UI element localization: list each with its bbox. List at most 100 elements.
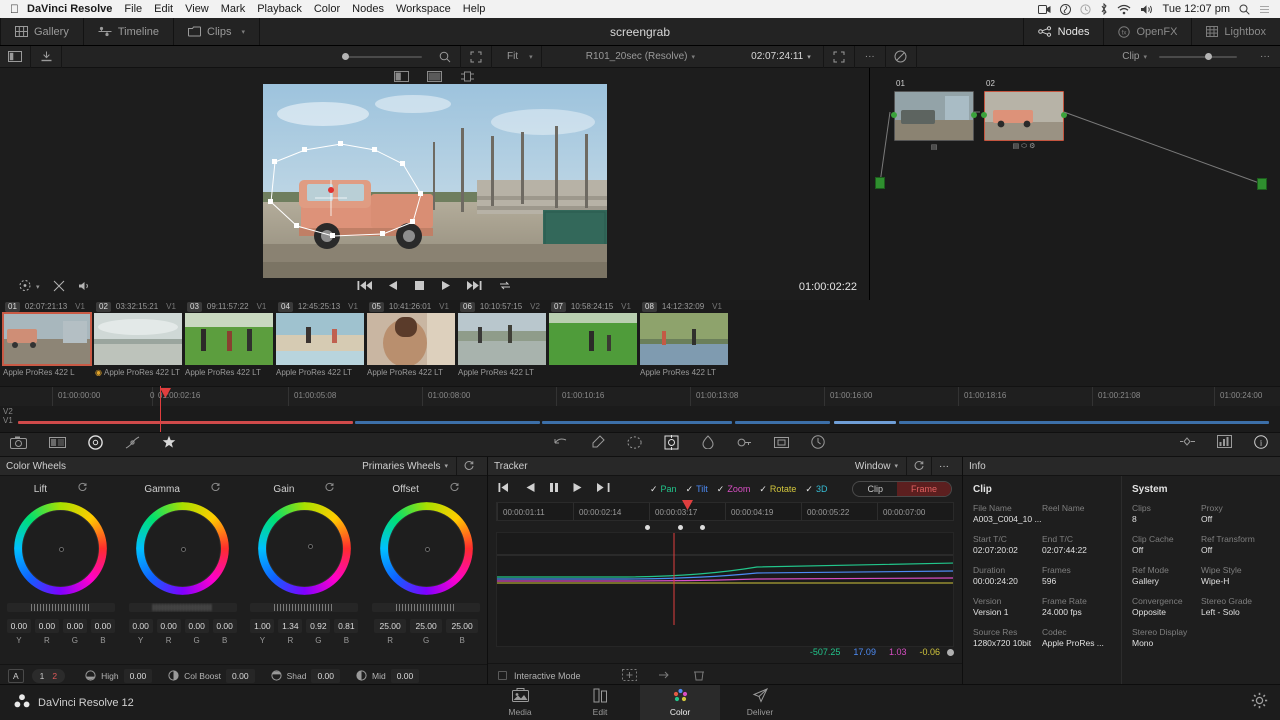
timeline-playhead[interactable]: [160, 386, 161, 432]
wifi-icon[interactable]: [1117, 4, 1131, 15]
menu-item-playback[interactable]: Playback: [257, 3, 302, 15]
viewer-image-stage[interactable]: [0, 84, 869, 278]
window-icon[interactable]: [627, 435, 642, 454]
clip-thumbnail[interactable]: 02 03:32:15:21 V1 ◉ Apple ProRes 422 LT: [94, 300, 185, 386]
color-match-icon[interactable]: [49, 436, 66, 454]
tracker-icon[interactable]: [664, 434, 679, 455]
offset-r-value[interactable]: 25.00: [374, 619, 407, 633]
dropbox-icon[interactable]: [1059, 3, 1071, 15]
fit-selector[interactable]: Fit ▾: [492, 46, 541, 67]
col-boost-control[interactable]: Col Boost 0.00: [168, 669, 255, 683]
node-02[interactable]: 02 ▤ ⬭ ⚙: [981, 79, 1067, 150]
camera-raw-icon[interactable]: [10, 436, 27, 454]
shadow-value[interactable]: 0.00: [311, 669, 340, 683]
highlight-control[interactable]: High 0.00: [85, 669, 153, 683]
import-still-icon[interactable]: [31, 51, 61, 63]
timeline-clip-bar[interactable]: [355, 421, 540, 424]
more-options-icon[interactable]: ···: [855, 51, 885, 62]
undo-icon[interactable]: [553, 436, 569, 454]
settings-button[interactable]: [1251, 692, 1280, 714]
node-graph-panel[interactable]: 01 ▤ 02 ▤ ⬭ ⚙: [870, 68, 1280, 300]
shadow-control[interactable]: Shad 0.00: [270, 669, 340, 683]
timeline-button[interactable]: Timeline: [84, 18, 175, 45]
page-color[interactable]: Color: [640, 684, 720, 720]
search-icon[interactable]: [1239, 4, 1250, 15]
tracker-check-tilt[interactable]: ✓ Tilt: [686, 484, 708, 495]
blur-icon[interactable]: [701, 435, 715, 454]
clip-thumbnail[interactable]: 01 02:07:21:13 V1 Apple ProRes 422 L: [2, 300, 94, 386]
expand-icon[interactable]: [824, 51, 854, 63]
play-icon[interactable]: [441, 280, 451, 294]
primaries-wheels-selector[interactable]: Primaries Wheels ▾: [354, 461, 456, 472]
tracker-ruler[interactable]: 00:00:01:11 00:00:02:14 00:00:03:17 00:0…: [496, 500, 954, 521]
lift-color-wheel[interactable]: [14, 502, 108, 595]
bluetooth-icon[interactable]: [1100, 3, 1108, 15]
stop-icon[interactable]: [414, 280, 425, 294]
volume-icon[interactable]: [1140, 4, 1154, 15]
sizing-icon[interactable]: [774, 436, 789, 454]
menubar-clock[interactable]: Tue 12:07 pm: [1163, 3, 1230, 15]
clip-name-selector[interactable]: R101_20sec (Resolve) ▾: [542, 46, 740, 67]
timeline-clip-bar[interactable]: [899, 421, 1269, 424]
highlight-value[interactable]: 0.00: [123, 669, 153, 683]
thumbnail-size-slider[interactable]: [62, 53, 422, 60]
timeline-clip-bar[interactable]: [18, 421, 353, 424]
chevron-down-icon[interactable]: ▾: [36, 283, 40, 291]
node-output-terminal[interactable]: [1257, 178, 1267, 190]
scopes-icon[interactable]: [1217, 435, 1232, 454]
offset-g-value[interactable]: 25.00: [410, 619, 443, 633]
color-wheels-icon[interactable]: [88, 434, 103, 455]
track-reverse-end-icon[interactable]: [498, 480, 512, 498]
version-1[interactable]: 1: [40, 671, 45, 681]
pause-icon[interactable]: [549, 480, 559, 498]
clip-selector[interactable]: Clip ▾: [1114, 46, 1155, 67]
key-icon[interactable]: [737, 436, 752, 454]
tracker-scope-frame[interactable]: Frame: [896, 482, 951, 496]
menu-item-mark[interactable]: Mark: [221, 3, 245, 15]
data-burn-icon[interactable]: [811, 435, 825, 454]
insert-point-icon[interactable]: [621, 668, 637, 683]
menu-item-file[interactable]: File: [124, 3, 142, 15]
keyframe-dot[interactable]: [678, 525, 683, 530]
menu-item-view[interactable]: View: [185, 3, 209, 15]
clip-thumbnail[interactable]: 08 14:12:32:09 V1 Apple ProRes 422 LT: [640, 300, 731, 386]
clip-thumbnail[interactable]: 05 10:41:26:01 V1 Apple ProRes 422 LT: [367, 300, 458, 386]
skip-to-end-icon[interactable]: [467, 280, 482, 294]
gamma-g-value[interactable]: 0.00: [184, 619, 209, 633]
track-forward-icon[interactable]: [572, 480, 583, 498]
loop-icon[interactable]: [498, 280, 512, 294]
lift-g-value[interactable]: 0.00: [62, 619, 87, 633]
offset-master-slider[interactable]: [372, 603, 481, 612]
lightbox-button[interactable]: Lightbox: [1191, 18, 1280, 45]
timeline-clip-bar-selected[interactable]: [834, 421, 896, 424]
gamma-color-wheel[interactable]: [136, 502, 230, 595]
clip-thumbnail[interactable]: 04 12:45:25:13 V1 Apple ProRes 422 LT: [276, 300, 367, 386]
panel-toggle-icon[interactable]: [0, 51, 30, 62]
tracker-check-pan[interactable]: ✓ Pan: [650, 484, 677, 495]
lift-master-slider[interactable]: [6, 603, 115, 612]
tracker-scope-segment[interactable]: Clip Frame: [852, 481, 952, 497]
more-options-icon[interactable]: ···: [1250, 51, 1280, 62]
clip-thumbnail[interactable]: 03 09:11:57:22 V1 Apple ProRes 422 LT: [185, 300, 276, 386]
keyframe-dot[interactable]: [645, 525, 650, 530]
reset-icon[interactable]: [210, 482, 221, 496]
clear-window-icon[interactable]: [53, 280, 65, 295]
keyframes-icon[interactable]: [1180, 435, 1195, 454]
menu-app-name[interactable]: DaVinci Resolve: [27, 3, 112, 15]
gain-g-value[interactable]: 0.92: [306, 619, 331, 633]
page-edit[interactable]: Edit: [560, 685, 640, 720]
gain-y-value[interactable]: 1.00: [250, 619, 275, 633]
skip-to-start-icon[interactable]: [357, 280, 372, 294]
interactive-mode-checkbox[interactable]: [498, 671, 507, 680]
gallery-button[interactable]: Gallery: [0, 18, 84, 45]
menu-item-nodes[interactable]: Nodes: [352, 3, 384, 15]
search-icon[interactable]: [430, 51, 460, 63]
expand-icon[interactable]: [461, 51, 491, 63]
keyframe-dot[interactable]: [700, 525, 705, 530]
version-2[interactable]: 2: [52, 671, 57, 681]
tracker-graph-scroll-knob[interactable]: [947, 649, 954, 656]
track-reverse-icon[interactable]: [525, 480, 536, 498]
gain-b-value[interactable]: 0.81: [334, 619, 359, 633]
lift-y-value[interactable]: 0.00: [6, 619, 31, 633]
lift-r-value[interactable]: 0.00: [34, 619, 59, 633]
